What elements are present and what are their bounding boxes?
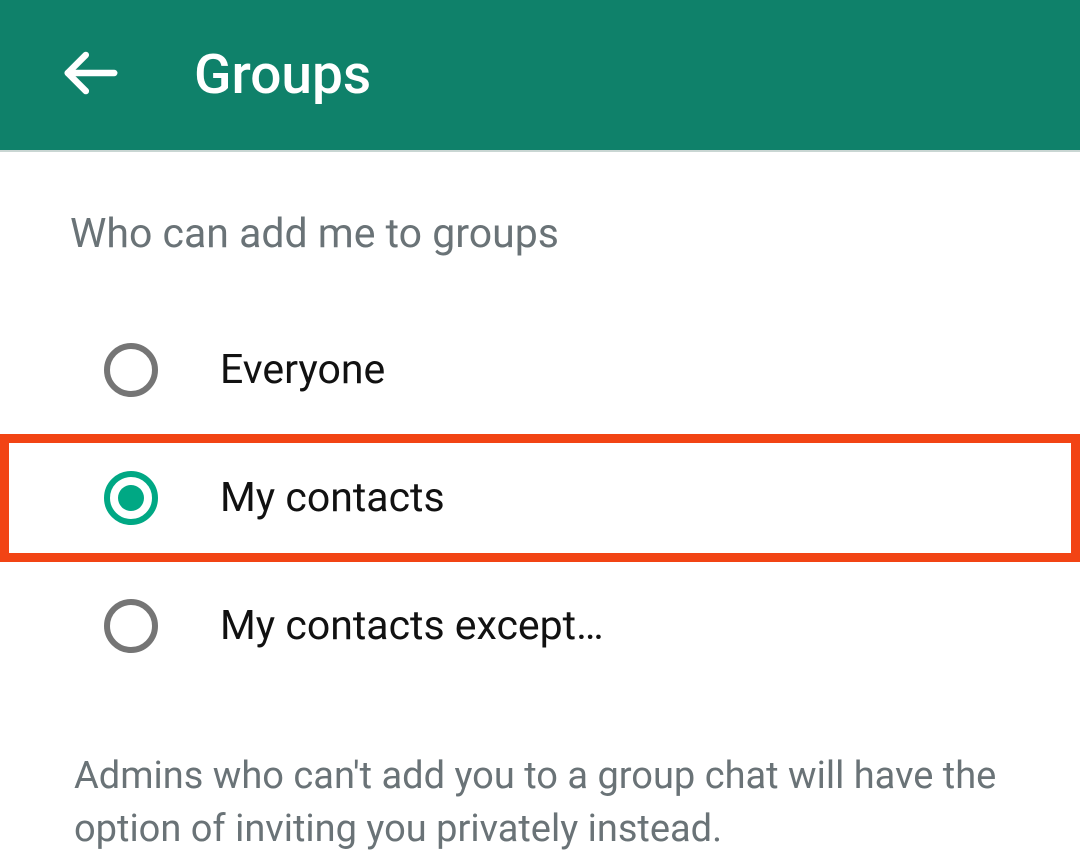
arrow-left-icon bbox=[60, 42, 122, 108]
radio-icon bbox=[104, 343, 158, 397]
options-list: Everyone My contacts My contacts except… bbox=[70, 306, 1020, 690]
content-area: Who can add me to groups Everyone My con… bbox=[0, 152, 1080, 856]
option-label: Everyone bbox=[220, 346, 385, 394]
page-title: Groups bbox=[194, 43, 371, 107]
option-everyone[interactable]: Everyone bbox=[70, 306, 1020, 434]
description-text: Admins who can't add you to a group chat… bbox=[70, 750, 1020, 856]
app-header: Groups bbox=[0, 0, 1080, 152]
option-label: My contacts except… bbox=[220, 602, 604, 650]
back-button[interactable] bbox=[60, 42, 122, 108]
option-my-contacts[interactable]: My contacts bbox=[0, 434, 1080, 562]
option-my-contacts-except[interactable]: My contacts except… bbox=[70, 562, 1020, 690]
section-title: Who can add me to groups bbox=[70, 210, 1020, 258]
radio-icon bbox=[104, 599, 158, 653]
radio-icon bbox=[104, 471, 158, 525]
option-label: My contacts bbox=[220, 474, 445, 522]
